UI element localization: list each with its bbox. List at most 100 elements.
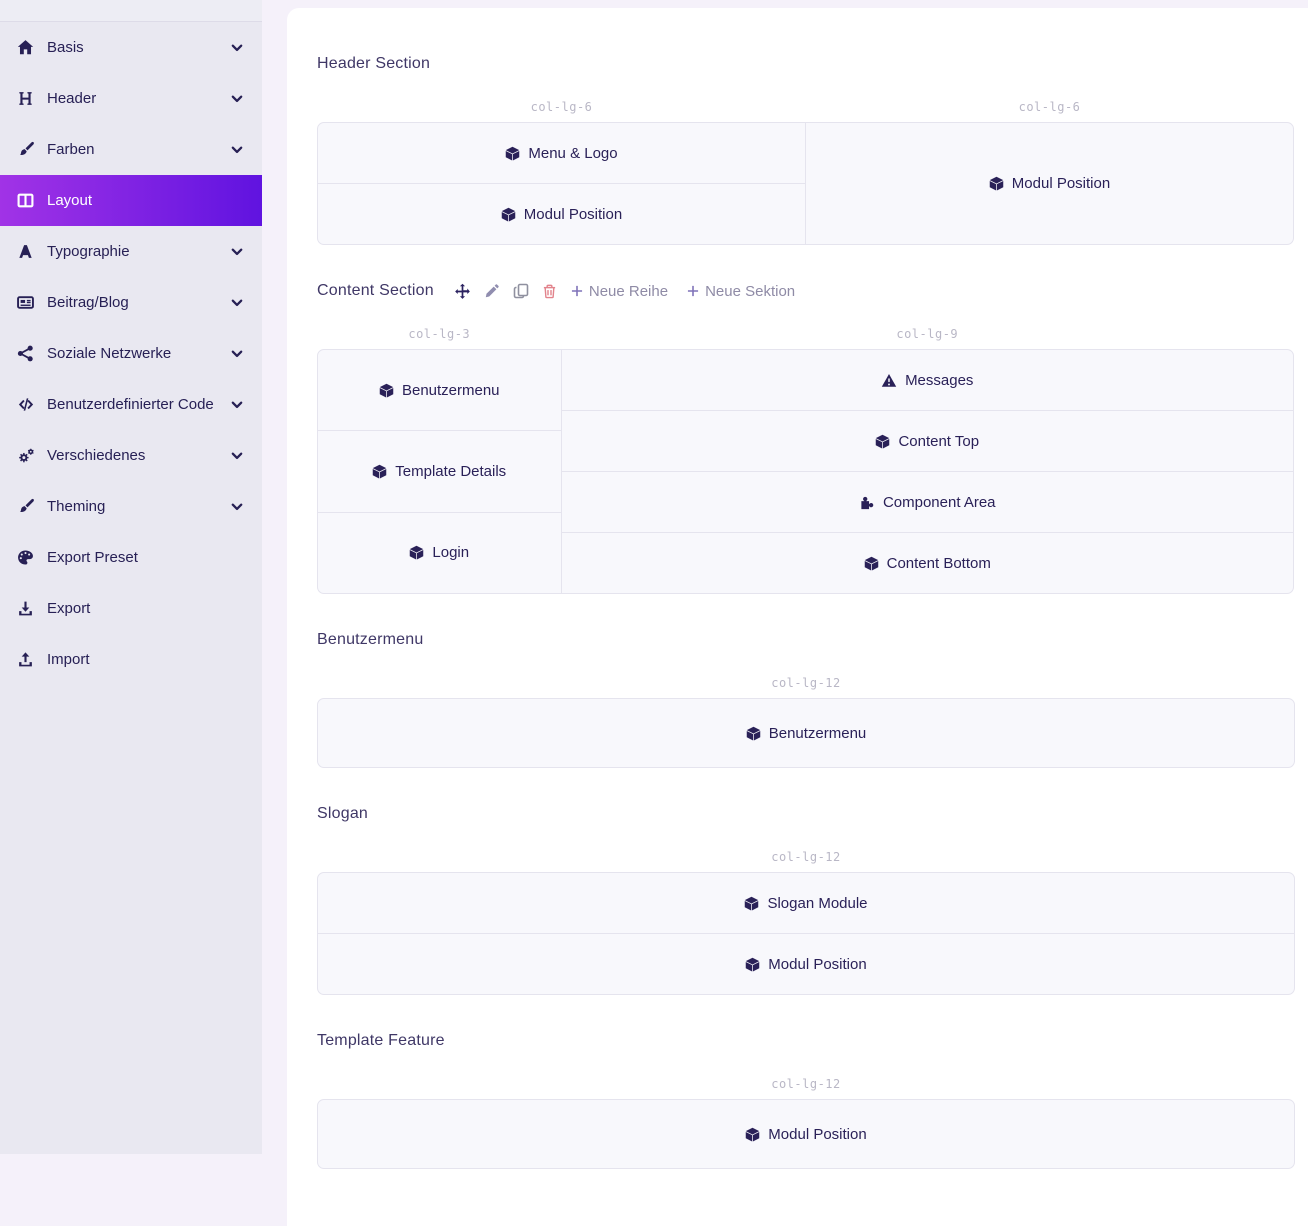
module-content-bottom[interactable]: Content Bottom [561, 532, 1295, 594]
cube-icon [409, 545, 424, 560]
column-size-label: col-lg-12 [317, 1077, 1295, 1091]
cube-icon [745, 1127, 760, 1142]
module-label: Component Area [883, 494, 996, 511]
header-icon [15, 90, 36, 107]
section-template-feature: Template Feature col-lg-12 Modul Position [317, 1032, 1295, 1169]
add-row-button[interactable]: Neue Reihe [570, 283, 668, 300]
cube-icon [501, 207, 516, 222]
add-section-label: Neue Sektion [705, 283, 795, 300]
chevron-down-icon [230, 500, 244, 514]
download-icon [15, 600, 36, 617]
module-content-top[interactable]: Content Top [561, 410, 1295, 472]
delete-section-button[interactable] [542, 283, 557, 299]
section-content-section: Content SectionNeue ReiheNeue Sektioncol… [317, 282, 1295, 594]
module-label: Modul Position [768, 1126, 866, 1143]
sidebar-item-import[interactable]: Import [0, 634, 262, 685]
section-header-section: Header Sectioncol-lg-6Menu & LogoModul P… [317, 55, 1295, 245]
sidebar-item-beitrag-blog[interactable]: Beitrag/Blog [0, 277, 262, 328]
module-menu-logo[interactable]: Menu & Logo [317, 122, 806, 184]
cube-icon [505, 146, 520, 161]
module-modul-position[interactable]: Modul Position [805, 122, 1294, 245]
module-stack: Slogan Module Modul Position [317, 872, 1295, 995]
sidebar-top-strip [0, 0, 262, 22]
module-label: Template Details [395, 463, 506, 480]
sidebar-item-label: Benutzerdefinierter Code [47, 396, 219, 413]
sidebar-item-layout[interactable]: Layout [0, 175, 262, 226]
layout-column: col-lg-9MessagesContent TopComponent Are… [561, 300, 1295, 594]
sidebar-item-label: Export Preset [47, 549, 244, 566]
sidebar-item-typographie[interactable]: Typographie [0, 226, 262, 277]
module-stack: Menu & Logo Modul Position [317, 122, 806, 245]
add-row-label: Neue Reihe [589, 283, 668, 300]
module-component-area[interactable]: Component Area [561, 471, 1295, 533]
sidebar-item-label: Beitrag/Blog [47, 294, 219, 311]
sidebar-item-benutzerdefinierter-code[interactable]: Benutzerdefinierter Code [0, 379, 262, 430]
sidebar-nav: Basis HeaderFarbenLayout Typographie Beitra… [0, 22, 262, 685]
code-icon [15, 396, 36, 413]
sidebar: Basis HeaderFarbenLayout Typographie Beitra… [0, 0, 262, 1154]
edit-section-button[interactable] [484, 283, 500, 299]
sidebar-item-export-preset[interactable]: Export Preset [0, 532, 262, 583]
sidebar-item-label: Typographie [47, 243, 219, 260]
section-header: Benutzermenu [317, 631, 1295, 649]
cube-icon [745, 957, 760, 972]
module-benutzermenu[interactable]: Benutzermenu [317, 698, 1295, 768]
module-template-details[interactable]: Template Details [317, 430, 562, 512]
chevron-down-icon [230, 143, 244, 157]
sidebar-item-farben[interactable]: Farben [0, 124, 262, 175]
column-size-label: col-lg-6 [805, 100, 1294, 114]
plus-icon [686, 284, 700, 298]
column-size-label: col-lg-12 [317, 676, 1295, 690]
section-row: col-lg-6Menu & LogoModul Positioncol-lg-… [317, 73, 1295, 245]
sidebar-item-basis[interactable]: Basis [0, 22, 262, 73]
module-messages[interactable]: Messages [561, 349, 1295, 411]
section-title: Header Section [317, 55, 430, 73]
sidebar-item-theming[interactable]: Theming [0, 481, 262, 532]
module-label: Benutzermenu [402, 382, 500, 399]
module-modul-position[interactable]: Modul Position [317, 183, 806, 245]
cube-icon [864, 556, 879, 571]
sidebar-item-label: Basis [47, 39, 219, 56]
duplicate-section-button[interactable] [513, 283, 529, 299]
layout-column: col-lg-12 Modul Position [317, 1050, 1295, 1169]
module-benutzermenu[interactable]: Benutzermenu [317, 349, 562, 431]
module-stack: Modul Position [317, 1099, 1295, 1169]
share-icon [15, 345, 36, 362]
plus-icon [570, 284, 584, 298]
module-label: Content Bottom [887, 555, 991, 572]
module-stack: Benutzermenu Template Details Login [317, 349, 562, 594]
cube-icon [989, 176, 1004, 191]
module-stack: Messages Content Top Component Area Content… [561, 349, 1295, 594]
delete-icon [542, 283, 557, 299]
chevron-down-icon [230, 449, 244, 463]
sidebar-item-label: Soziale Netzwerke [47, 345, 219, 362]
module-label: Modul Position [768, 956, 866, 973]
copy-icon [513, 283, 529, 299]
section-title: Content Section [317, 282, 434, 300]
module-label: Content Top [898, 433, 979, 450]
layout-column: col-lg-6Menu & LogoModul Position [317, 73, 806, 245]
module-login[interactable]: Login [317, 512, 562, 594]
layout-column: col-lg-12 Benutzermenu [317, 649, 1295, 768]
newspaper-icon [15, 294, 36, 311]
column-size-label: col-lg-12 [317, 850, 1295, 864]
module-label: Slogan Module [767, 895, 867, 912]
sidebar-item-verschiedenes[interactable]: Verschiedenes [0, 430, 262, 481]
section-header: Template Feature [317, 1032, 1295, 1050]
module-modul-position[interactable]: Modul Position [317, 933, 1295, 995]
module-slogan-module[interactable]: Slogan Module [317, 872, 1295, 934]
layout-builder-card: Header Sectioncol-lg-6Menu & LogoModul P… [287, 8, 1308, 1226]
sidebar-item-header[interactable]: Header [0, 73, 262, 124]
section-row: col-lg-12 Benutzermenu [317, 649, 1295, 768]
sidebar-item-label: Export [47, 600, 244, 617]
sidebar-item-soziale-netzwerke[interactable]: Soziale Netzwerke [0, 328, 262, 379]
warning-icon [881, 373, 897, 388]
home-icon [15, 39, 36, 56]
section-header: Header Section [317, 55, 1295, 73]
add-section-button[interactable]: Neue Sektion [686, 283, 795, 300]
section-header: Slogan [317, 805, 1295, 823]
module-modul-position[interactable]: Modul Position [317, 1099, 1295, 1169]
move-section-button[interactable] [454, 283, 471, 300]
module-label: Modul Position [524, 206, 622, 223]
sidebar-item-export[interactable]: Export [0, 583, 262, 634]
